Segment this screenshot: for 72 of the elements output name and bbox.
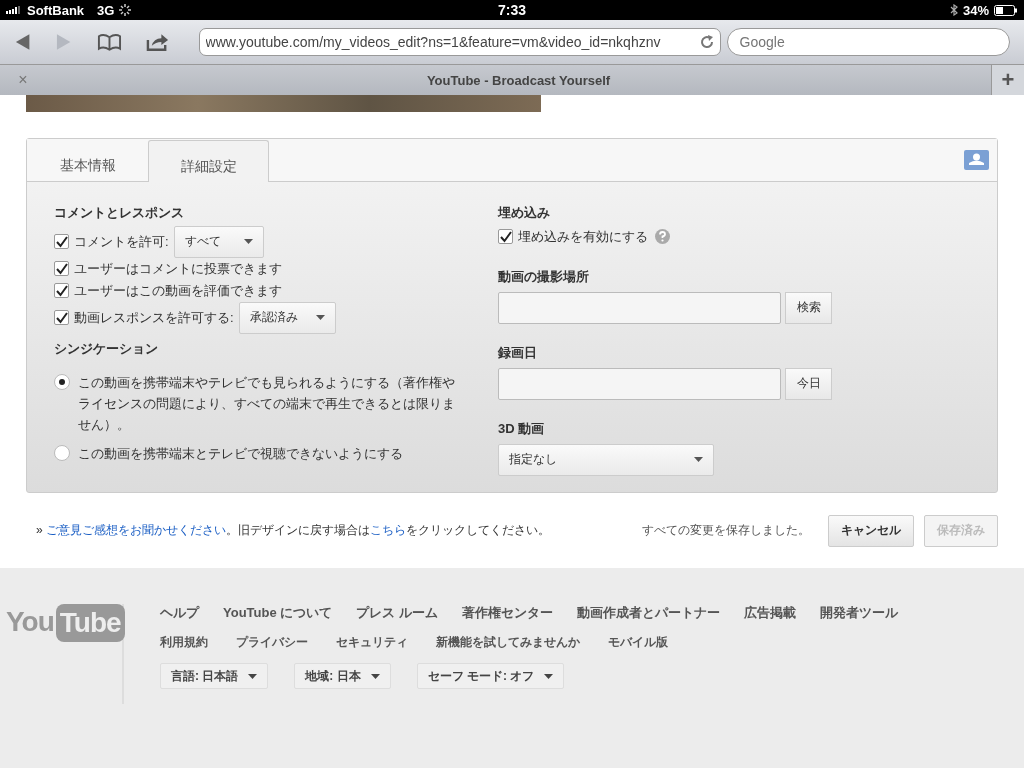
footer-link[interactable]: ヘルプ <box>160 604 199 622</box>
footer-link[interactable]: プライバシー <box>236 634 308 651</box>
checkbox-label: ユーザーはこの動画を評価できます <box>74 281 282 300</box>
cancel-button[interactable]: キャンセル <box>828 514 914 547</box>
location-input-field[interactable] <box>498 291 781 324</box>
search-button[interactable]: 検索 <box>785 291 832 324</box>
footer-link[interactable]: 開発者ツール <box>819 604 898 622</box>
checkbox[interactable] <box>54 283 69 299</box>
old-design-link[interactable]: こちら <box>370 523 406 537</box>
footer-link[interactable]: セキュリティ <box>336 634 408 651</box>
footer-dropdown[interactable]: 地域: 日本 <box>294 663 391 689</box>
checkbox[interactable] <box>54 261 69 277</box>
checkbox-label: 埋め込みを有効にする <box>518 227 648 246</box>
today-button[interactable]: 今日 <box>785 367 832 400</box>
battery-icon <box>994 4 1018 16</box>
caret-icon <box>370 673 380 679</box>
reload-icon[interactable] <box>699 35 714 49</box>
dropdown[interactable]: すべて <box>173 225 264 258</box>
caret-icon <box>544 673 554 679</box>
footer-link[interactable]: 広告掲載 <box>743 604 796 622</box>
radio-label: この動画を携帯端末とテレビで視聴できないようにする <box>78 444 404 463</box>
footer-link[interactable]: 利用規約 <box>160 634 208 651</box>
upload-person-icon[interactable] <box>964 149 989 170</box>
settings-tab[interactable]: 詳細設定 <box>148 139 269 182</box>
checkbox[interactable] <box>498 229 513 245</box>
tab-title[interactable]: YouTube - Broadcast Yourself <box>46 72 991 88</box>
dropdown[interactable]: 承認済み <box>238 301 336 334</box>
checkbox-label: コメントを許可: <box>74 232 169 251</box>
battery-percent: 34% <box>962 2 989 18</box>
loading-spinner-icon <box>119 4 132 16</box>
address-field[interactable]: www.youtube.com/my_videos_edit?ns=1&feature=vm&video_id=nkqhznv <box>198 28 721 56</box>
checkbox[interactable] <box>54 310 69 326</box>
feedback-text: » ご意見ご感想をお聞かせください。旧デザインに戻す場合はこちら をクリックしてください。 <box>36 522 551 539</box>
section-heading: 埋め込み <box>498 203 551 222</box>
date-input-field[interactable] <box>498 367 781 400</box>
settings-tab[interactable]: 基本情報 <box>27 139 148 181</box>
footer-link[interactable]: モバイル版 <box>608 634 668 651</box>
bluetooth-icon <box>949 4 958 16</box>
caret-icon <box>248 673 258 679</box>
footer-link[interactable]: 新機能を試してみませんか <box>436 634 580 651</box>
field-label: 録画日 <box>498 343 538 362</box>
checkbox[interactable] <box>54 234 69 250</box>
section-heading: シンジケーション <box>54 339 159 358</box>
caret-icon <box>694 457 703 463</box>
section-heading: コメントとレスポンス <box>54 203 185 222</box>
radio-label: この動画を携帯端末やテレビでも見られるようにする（著作権やライセンスの問題により、すべての端末で再生できるとは限りません）。 <box>78 373 456 434</box>
footer-link[interactable]: YouTube について <box>223 604 333 622</box>
field-label: 動画の撮影場所 <box>498 267 590 286</box>
network-type: 3G <box>97 2 115 18</box>
save-status: すべての変更を保存しました。 <box>642 522 810 539</box>
footer-link[interactable]: プレス ルーム <box>356 604 438 622</box>
field-label: 3D 動画 <box>498 419 546 438</box>
dropdown[interactable]: 指定なし <box>498 443 714 476</box>
radio-button[interactable] <box>54 373 70 390</box>
carrier-name: SoftBank <box>27 2 85 18</box>
feedback-link[interactable]: ご意見ご感想をお聞かせください <box>46 523 226 537</box>
footer-link[interactable]: 著作権センター <box>461 604 553 622</box>
book-icon[interactable] <box>96 33 122 51</box>
radio-button[interactable] <box>54 444 70 461</box>
search-field[interactable]: Google <box>726 28 1010 56</box>
checkbox-label: ユーザーはコメントに投票できます <box>74 259 282 278</box>
footer-dropdown[interactable]: セーフ モード: オフ <box>416 663 565 689</box>
share-icon[interactable] <box>145 32 169 52</box>
footer-dropdown[interactable]: 言語: 日本語 <box>160 663 269 689</box>
back-arrow-icon[interactable] <box>14 33 32 51</box>
caret-icon <box>243 239 253 245</box>
clock-time: 7:33 <box>498 2 526 18</box>
checkbox-label: 動画レスポンスを許可する: <box>74 308 234 327</box>
footer-link[interactable]: 動画作成者とパートナー <box>576 604 720 622</box>
new-tab-button[interactable]: + <box>991 64 1024 96</box>
signal-icon <box>6 6 22 14</box>
caret-icon <box>315 315 325 321</box>
